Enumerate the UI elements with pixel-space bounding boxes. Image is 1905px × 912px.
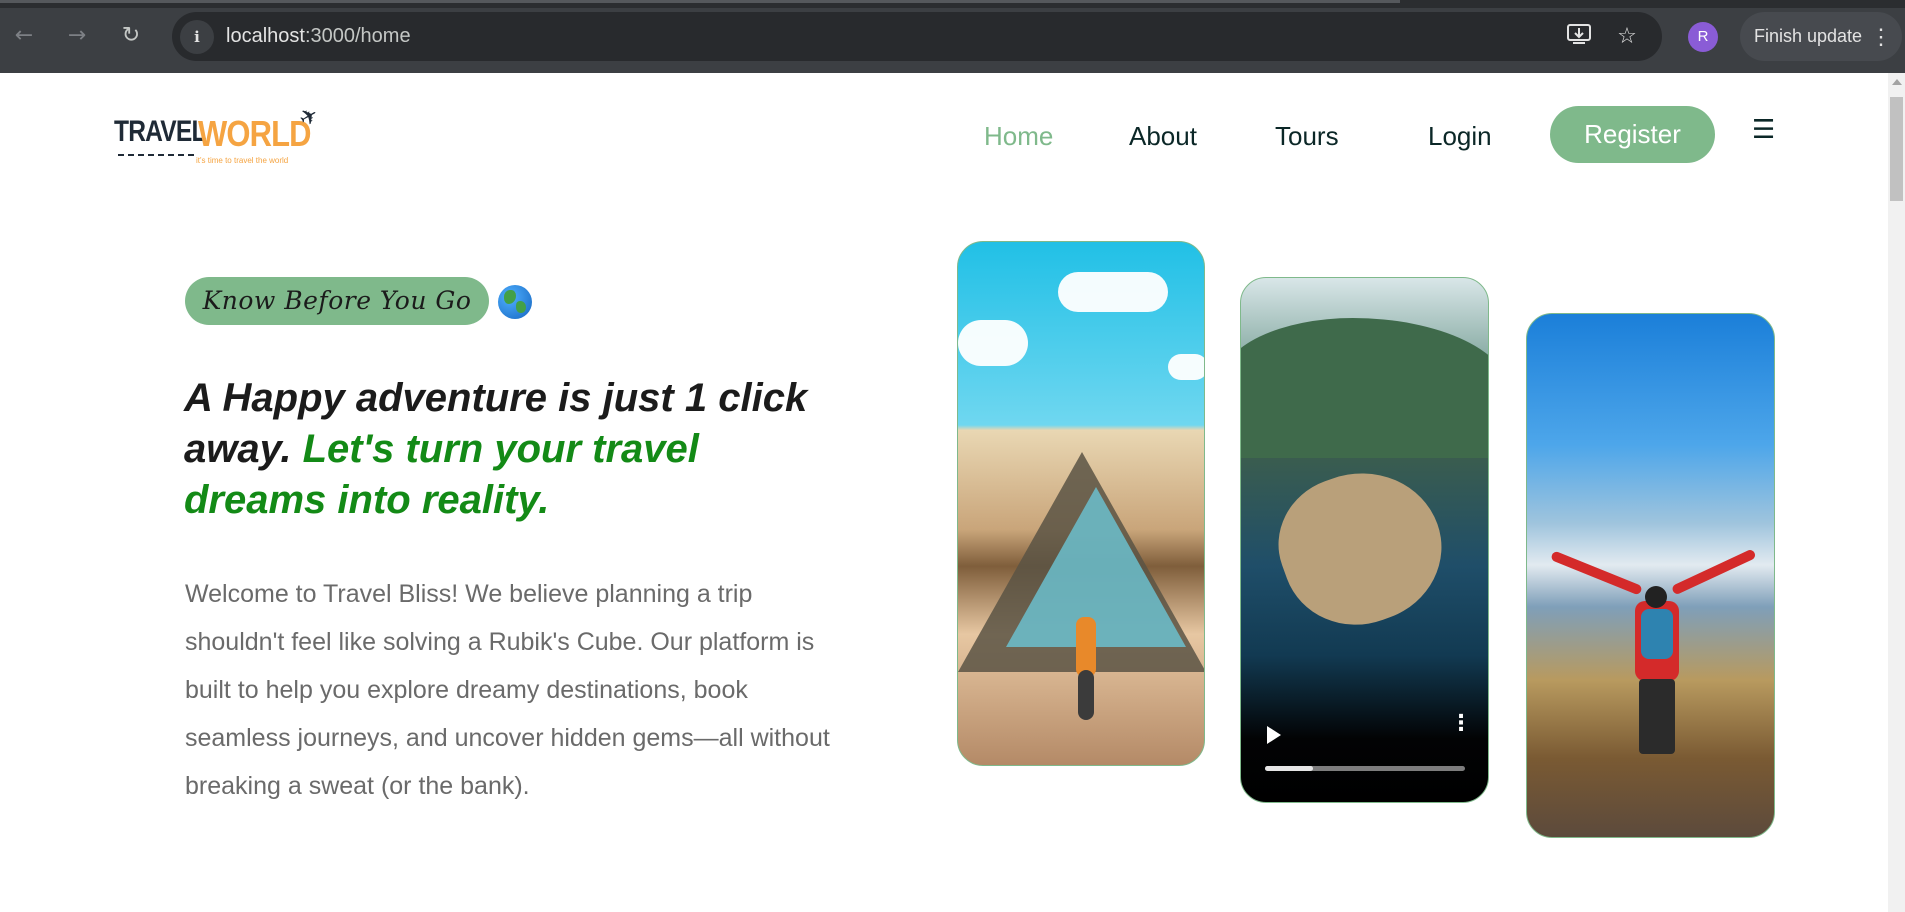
- video-progress-fill: [1265, 766, 1313, 771]
- scroll-up-icon[interactable]: [1892, 79, 1902, 85]
- tab-strip: [0, 0, 1905, 8]
- install-app-icon[interactable]: [1564, 22, 1594, 52]
- logo-world-text: WORLD: [198, 113, 311, 154]
- nav-about[interactable]: About: [1129, 121, 1197, 152]
- site-logo[interactable]: TRAVEL WORLD it's time to travel the wor…: [112, 102, 323, 171]
- info-icon[interactable]: i: [180, 20, 214, 54]
- logo-tagline: it's time to travel the world: [196, 156, 289, 165]
- register-button[interactable]: Register: [1550, 106, 1715, 163]
- url-text[interactable]: localhost:3000/home: [226, 25, 411, 48]
- video-progress-bar[interactable]: [1265, 766, 1465, 771]
- finish-update-label: Finish update: [1754, 26, 1863, 46]
- browser-toolbar: ← → ↻ i localhost:3000/home ☆ R Finish u…: [0, 0, 1905, 73]
- hero-image-louvre: [957, 241, 1205, 766]
- logo-travel-text: TRAVEL: [114, 115, 206, 148]
- profile-avatar[interactable]: R: [1688, 22, 1718, 52]
- hero-video[interactable]: ⋮: [1240, 277, 1489, 803]
- hero-image-hiker: [1526, 313, 1775, 838]
- forward-icon[interactable]: →: [59, 18, 95, 54]
- bookmark-star-icon[interactable]: ☆: [1612, 22, 1642, 52]
- video-options-icon[interactable]: ⋮: [1450, 713, 1472, 735]
- nav-home[interactable]: Home: [984, 121, 1053, 152]
- scrollbar-thumb[interactable]: [1890, 97, 1903, 201]
- finish-update-button[interactable]: Finish update ⋮: [1740, 12, 1902, 61]
- hamburger-menu-icon[interactable]: ☰: [1752, 115, 1775, 145]
- play-icon[interactable]: [1267, 726, 1281, 744]
- back-icon[interactable]: ←: [6, 18, 42, 54]
- logo-dashed-path: [118, 154, 194, 156]
- url-path: :3000/home: [304, 25, 411, 47]
- address-bar[interactable]: i localhost:3000/home ☆: [172, 12, 1662, 61]
- page-viewport: TRAVEL WORLD it's time to travel the wor…: [0, 73, 1888, 912]
- subtitle-badge: Know Before You Go: [185, 277, 489, 325]
- hero-intro: Welcome to Travel Bliss! We believe plan…: [185, 580, 830, 800]
- reload-icon[interactable]: ↻: [113, 18, 149, 54]
- page-scrollbar[interactable]: [1888, 73, 1905, 912]
- more-icon[interactable]: ⋮: [1870, 12, 1892, 61]
- hero-headline: A Happy adventure is just 1 click away. …: [184, 373, 824, 526]
- globe-icon: [498, 285, 532, 319]
- login-link[interactable]: Login: [1428, 121, 1492, 152]
- nav-tours[interactable]: Tours: [1275, 121, 1339, 152]
- url-host: localhost: [226, 25, 305, 47]
